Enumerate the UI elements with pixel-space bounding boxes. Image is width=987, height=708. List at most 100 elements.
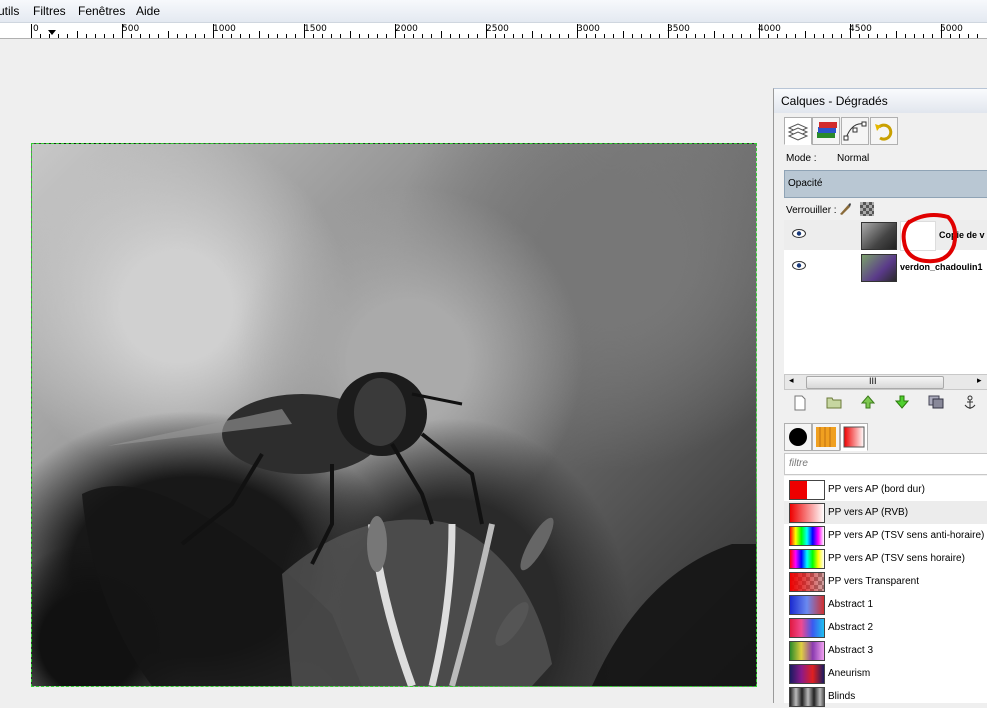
gradient-row[interactable]: Abstract 2 bbox=[784, 616, 987, 639]
undo-history-tab-icon[interactable] bbox=[870, 117, 898, 145]
ruler-tick bbox=[850, 24, 851, 38]
ruler-tick bbox=[750, 34, 751, 38]
ruler-tick bbox=[259, 31, 260, 38]
gradient-row[interactable]: PP vers AP (RVB) bbox=[784, 501, 987, 524]
scrollbar-thumb[interactable]: III bbox=[806, 376, 944, 389]
raise-layer-icon[interactable] bbox=[860, 395, 876, 411]
ruler-tick bbox=[914, 34, 915, 38]
ruler-tick bbox=[723, 34, 724, 38]
gradient-row[interactable]: Aneurism bbox=[784, 662, 987, 685]
gradient-row[interactable]: PP vers Transparent bbox=[784, 570, 987, 593]
gradient-name: Abstract 1 bbox=[828, 599, 873, 610]
gradient-filter-input[interactable]: filtre bbox=[784, 453, 987, 475]
layers-tab-icon[interactable] bbox=[784, 117, 812, 145]
ruler-tick bbox=[486, 24, 487, 38]
lock-alpha-checker-icon[interactable] bbox=[860, 202, 874, 216]
gradients-tab-icon[interactable] bbox=[840, 423, 868, 451]
ruler-label: 500 bbox=[122, 24, 139, 34]
ruler-tick bbox=[104, 34, 105, 38]
opacity-slider[interactable]: Opacité bbox=[784, 170, 987, 198]
ruler-tick bbox=[568, 34, 569, 38]
gradient-row[interactable]: Abstract 1 bbox=[784, 593, 987, 616]
gradient-swatch bbox=[789, 687, 825, 707]
ruler-tick bbox=[541, 34, 542, 38]
ruler-tick bbox=[868, 34, 869, 38]
mode-select[interactable]: Normal bbox=[837, 153, 869, 164]
brushes-tab-icon[interactable] bbox=[784, 423, 812, 451]
ruler-tick bbox=[650, 34, 651, 38]
ruler-tick bbox=[31, 24, 32, 38]
gradient-swatch bbox=[789, 549, 825, 569]
ruler-tick bbox=[595, 34, 596, 38]
ruler-tick bbox=[459, 34, 460, 38]
gradient-swatch bbox=[789, 618, 825, 638]
gradient-row[interactable]: PP vers AP (TSV sens anti-horaire) bbox=[784, 524, 987, 547]
ruler-tick bbox=[441, 31, 442, 38]
ruler-tick bbox=[805, 31, 806, 38]
layers-horizontal-scrollbar[interactable]: ◂ III ▸ bbox=[784, 374, 987, 390]
lower-layer-icon[interactable] bbox=[894, 395, 910, 411]
ruler-label: 1500 bbox=[304, 24, 327, 34]
menubar: utils Filtres Fenêtres Aide bbox=[0, 0, 987, 23]
dock-title-bar[interactable]: Calques - Dégradés bbox=[774, 89, 987, 113]
gradient-swatch bbox=[789, 595, 825, 615]
gradient-name: Abstract 2 bbox=[828, 622, 873, 633]
new-layer-group-icon[interactable] bbox=[826, 395, 842, 411]
photo-hoverfly-on-flower bbox=[32, 144, 756, 686]
gradient-name: PP vers AP (TSV sens horaire) bbox=[828, 553, 965, 564]
ruler-tick bbox=[732, 34, 733, 38]
ruler-tick bbox=[295, 34, 296, 38]
paths-tab-icon[interactable] bbox=[841, 117, 869, 145]
gradient-name: PP vers Transparent bbox=[828, 576, 919, 587]
eye-visibility-icon[interactable] bbox=[792, 229, 806, 238]
menu-fenetres[interactable]: Fenêtres bbox=[78, 4, 125, 18]
new-layer-icon[interactable] bbox=[792, 395, 808, 411]
ruler-tick bbox=[195, 34, 196, 38]
gradient-swatch bbox=[789, 480, 825, 500]
channels-tab-icon[interactable] bbox=[812, 117, 840, 145]
ruler-tick bbox=[977, 34, 978, 38]
image-canvas[interactable] bbox=[31, 143, 757, 687]
ruler-tick bbox=[131, 34, 132, 38]
ruler-label: 3500 bbox=[667, 24, 690, 34]
ruler-tick bbox=[841, 34, 842, 38]
ruler-tick bbox=[823, 34, 824, 38]
gradients-list[interactable]: PP vers AP (bord dur) PP vers AP (RVB) P… bbox=[784, 476, 987, 703]
gradient-row[interactable]: Abstract 3 bbox=[784, 639, 987, 662]
ruler-tick bbox=[896, 31, 897, 38]
gradient-row[interactable]: Blinds bbox=[784, 685, 987, 708]
menu-outils[interactable]: utils bbox=[0, 4, 19, 18]
gradient-name: Abstract 3 bbox=[828, 645, 873, 656]
lock-pixels-brush-icon[interactable] bbox=[838, 202, 852, 216]
anchor-layer-icon[interactable] bbox=[962, 395, 978, 411]
ruler-tick bbox=[95, 34, 96, 38]
ruler-tick bbox=[959, 34, 960, 38]
lock-label: Verrouiller : bbox=[786, 205, 837, 216]
ruler-tick bbox=[513, 34, 514, 38]
ruler-tick bbox=[604, 34, 605, 38]
gradient-row[interactable]: PP vers AP (TSV sens horaire) bbox=[784, 547, 987, 570]
dock-title: Calques - Dégradés bbox=[781, 94, 888, 108]
gradient-filter-placeholder: filtre bbox=[789, 458, 808, 469]
horizontal-ruler[interactable]: 0 500 1000 1500 2000 2500 3000 3500 4000… bbox=[0, 23, 987, 39]
red-annotation-circle bbox=[896, 211, 962, 265]
ruler-tick bbox=[359, 34, 360, 38]
eye-visibility-icon[interactable] bbox=[792, 261, 806, 270]
ruler-tick bbox=[522, 34, 523, 38]
gradient-row[interactable]: PP vers AP (bord dur) bbox=[784, 478, 987, 501]
patterns-tab-icon[interactable] bbox=[812, 423, 840, 451]
menu-filtres[interactable]: Filtres bbox=[33, 4, 66, 18]
ruler-tick bbox=[559, 34, 560, 38]
ruler-tick bbox=[286, 34, 287, 38]
layers-gradients-dock: Calques - Dégradés Mode : Normal bbox=[773, 88, 987, 703]
ruler-tick bbox=[313, 34, 314, 38]
ruler-label: 2000 bbox=[395, 24, 418, 34]
mode-label: Mode : bbox=[786, 153, 817, 164]
scroll-left-arrow-icon[interactable]: ◂ bbox=[789, 375, 794, 386]
scroll-right-arrow-icon[interactable]: ▸ bbox=[977, 375, 982, 386]
duplicate-layer-icon[interactable] bbox=[928, 395, 944, 411]
gradient-name: PP vers AP (bord dur) bbox=[828, 484, 925, 495]
ruler-tick bbox=[832, 34, 833, 38]
menu-aide[interactable]: Aide bbox=[136, 4, 160, 18]
ruler-tick bbox=[122, 24, 123, 38]
